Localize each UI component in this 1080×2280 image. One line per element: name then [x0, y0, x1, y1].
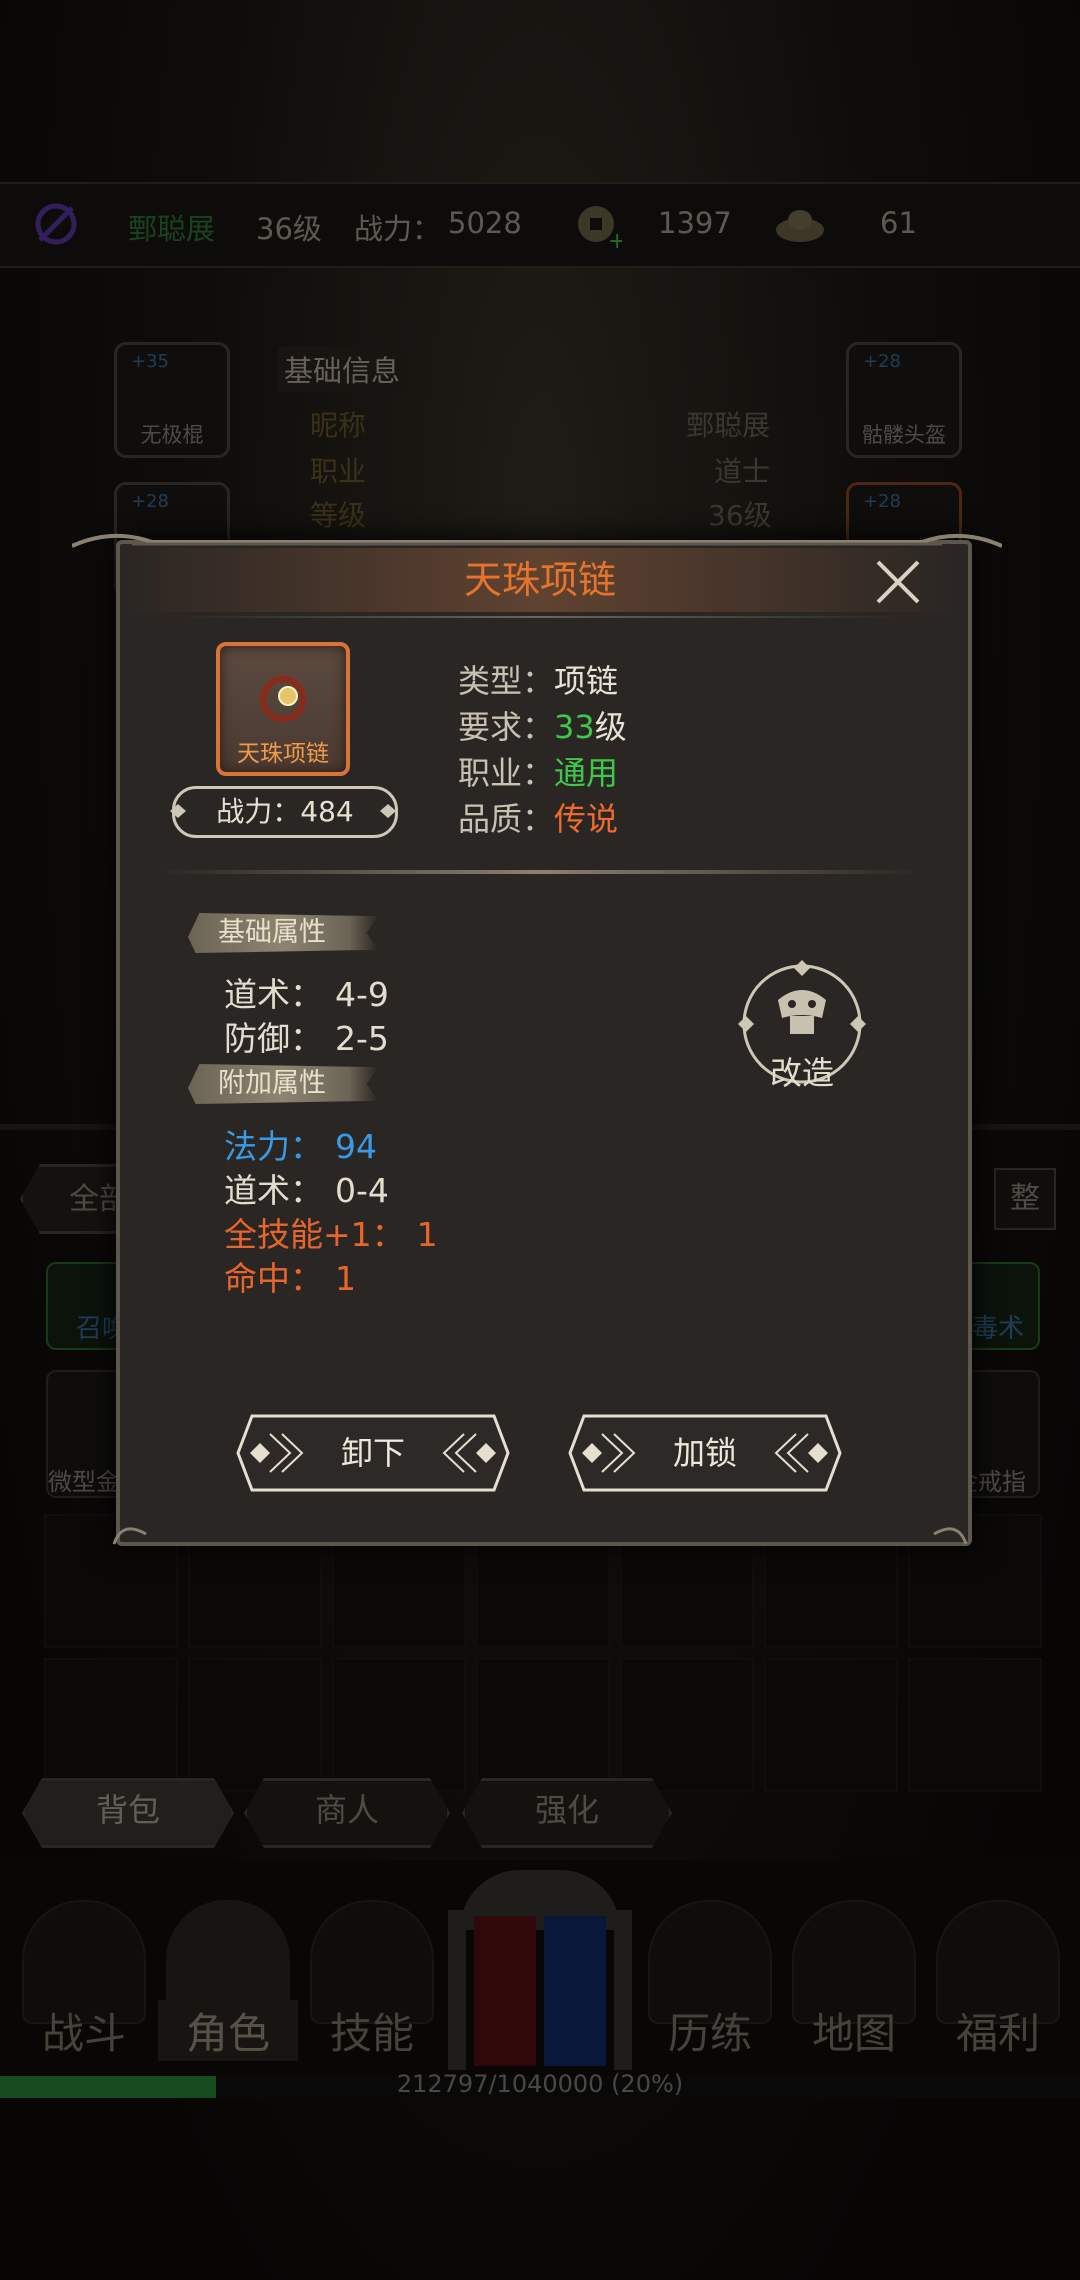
prop-quality: 品质：传说	[458, 794, 618, 840]
dialog-bottom-ornament	[112, 1527, 968, 1545]
prop-value: 传说	[554, 800, 619, 838]
attr-label: 全技能+1：	[224, 1215, 405, 1254]
extra-attr-row: 全技能+1： 1	[224, 1208, 438, 1256]
section-divider	[160, 870, 920, 874]
prop-value: 通用	[554, 754, 619, 792]
attr-label: 防御：	[224, 1019, 323, 1058]
item-icon-label: 天珠项链	[237, 741, 329, 767]
attr-value: 1	[416, 1215, 438, 1254]
attr-value: 1	[335, 1259, 356, 1298]
extra-attr-section: 附加属性	[188, 1064, 378, 1104]
prop-value: 项链	[554, 662, 619, 700]
close-icon[interactable]	[868, 552, 928, 612]
lock-button[interactable]: 加锁	[568, 1414, 842, 1492]
prop-label: 职业：	[458, 754, 555, 792]
attr-value: 94	[335, 1127, 377, 1166]
extra-attr-row: 命中： 1	[224, 1252, 356, 1300]
lock-label: 加锁	[672, 1434, 737, 1472]
prop-label: 品质：	[458, 800, 555, 838]
attr-value: 4-9	[335, 975, 389, 1014]
necklace-icon	[260, 676, 306, 722]
base-attr-row: 防御： 2-5	[224, 1012, 389, 1060]
prop-class: 职业：通用	[458, 748, 618, 794]
item-icon-necklace: 天珠项链	[216, 642, 350, 776]
extra-attr-row: 法力： 94	[224, 1120, 377, 1168]
attr-label: 命中：	[224, 1259, 323, 1298]
attr-label: 道术：	[224, 975, 323, 1014]
prop-type: 类型：项链	[458, 656, 618, 702]
unequip-button[interactable]: 卸下	[236, 1414, 510, 1492]
dialog-title: 天珠项链	[463, 558, 616, 602]
prop-requirement: 要求：33级	[458, 702, 627, 748]
item-power: 战力：484	[172, 786, 398, 838]
reforge-button[interactable]: 改造	[734, 956, 870, 1092]
attr-label: 法力：	[224, 1127, 323, 1166]
attr-value: 2-5	[335, 1019, 389, 1058]
base-attr-section: 基础属性	[188, 913, 378, 953]
extra-attr-row: 道术： 0-4	[224, 1164, 389, 1212]
base-attr-row: 道术： 4-9	[224, 968, 389, 1016]
reforge-label: 改造	[769, 1054, 834, 1092]
attr-value: 0-4	[335, 1171, 389, 1210]
prop-value: 33	[554, 708, 595, 746]
prop-label: 要求：	[458, 708, 555, 746]
prop-unit: 级	[594, 708, 627, 746]
attr-label: 道术：	[224, 1171, 323, 1210]
prop-label: 类型：	[458, 662, 555, 700]
unequip-label: 卸下	[340, 1434, 405, 1472]
title-divider	[180, 616, 900, 618]
